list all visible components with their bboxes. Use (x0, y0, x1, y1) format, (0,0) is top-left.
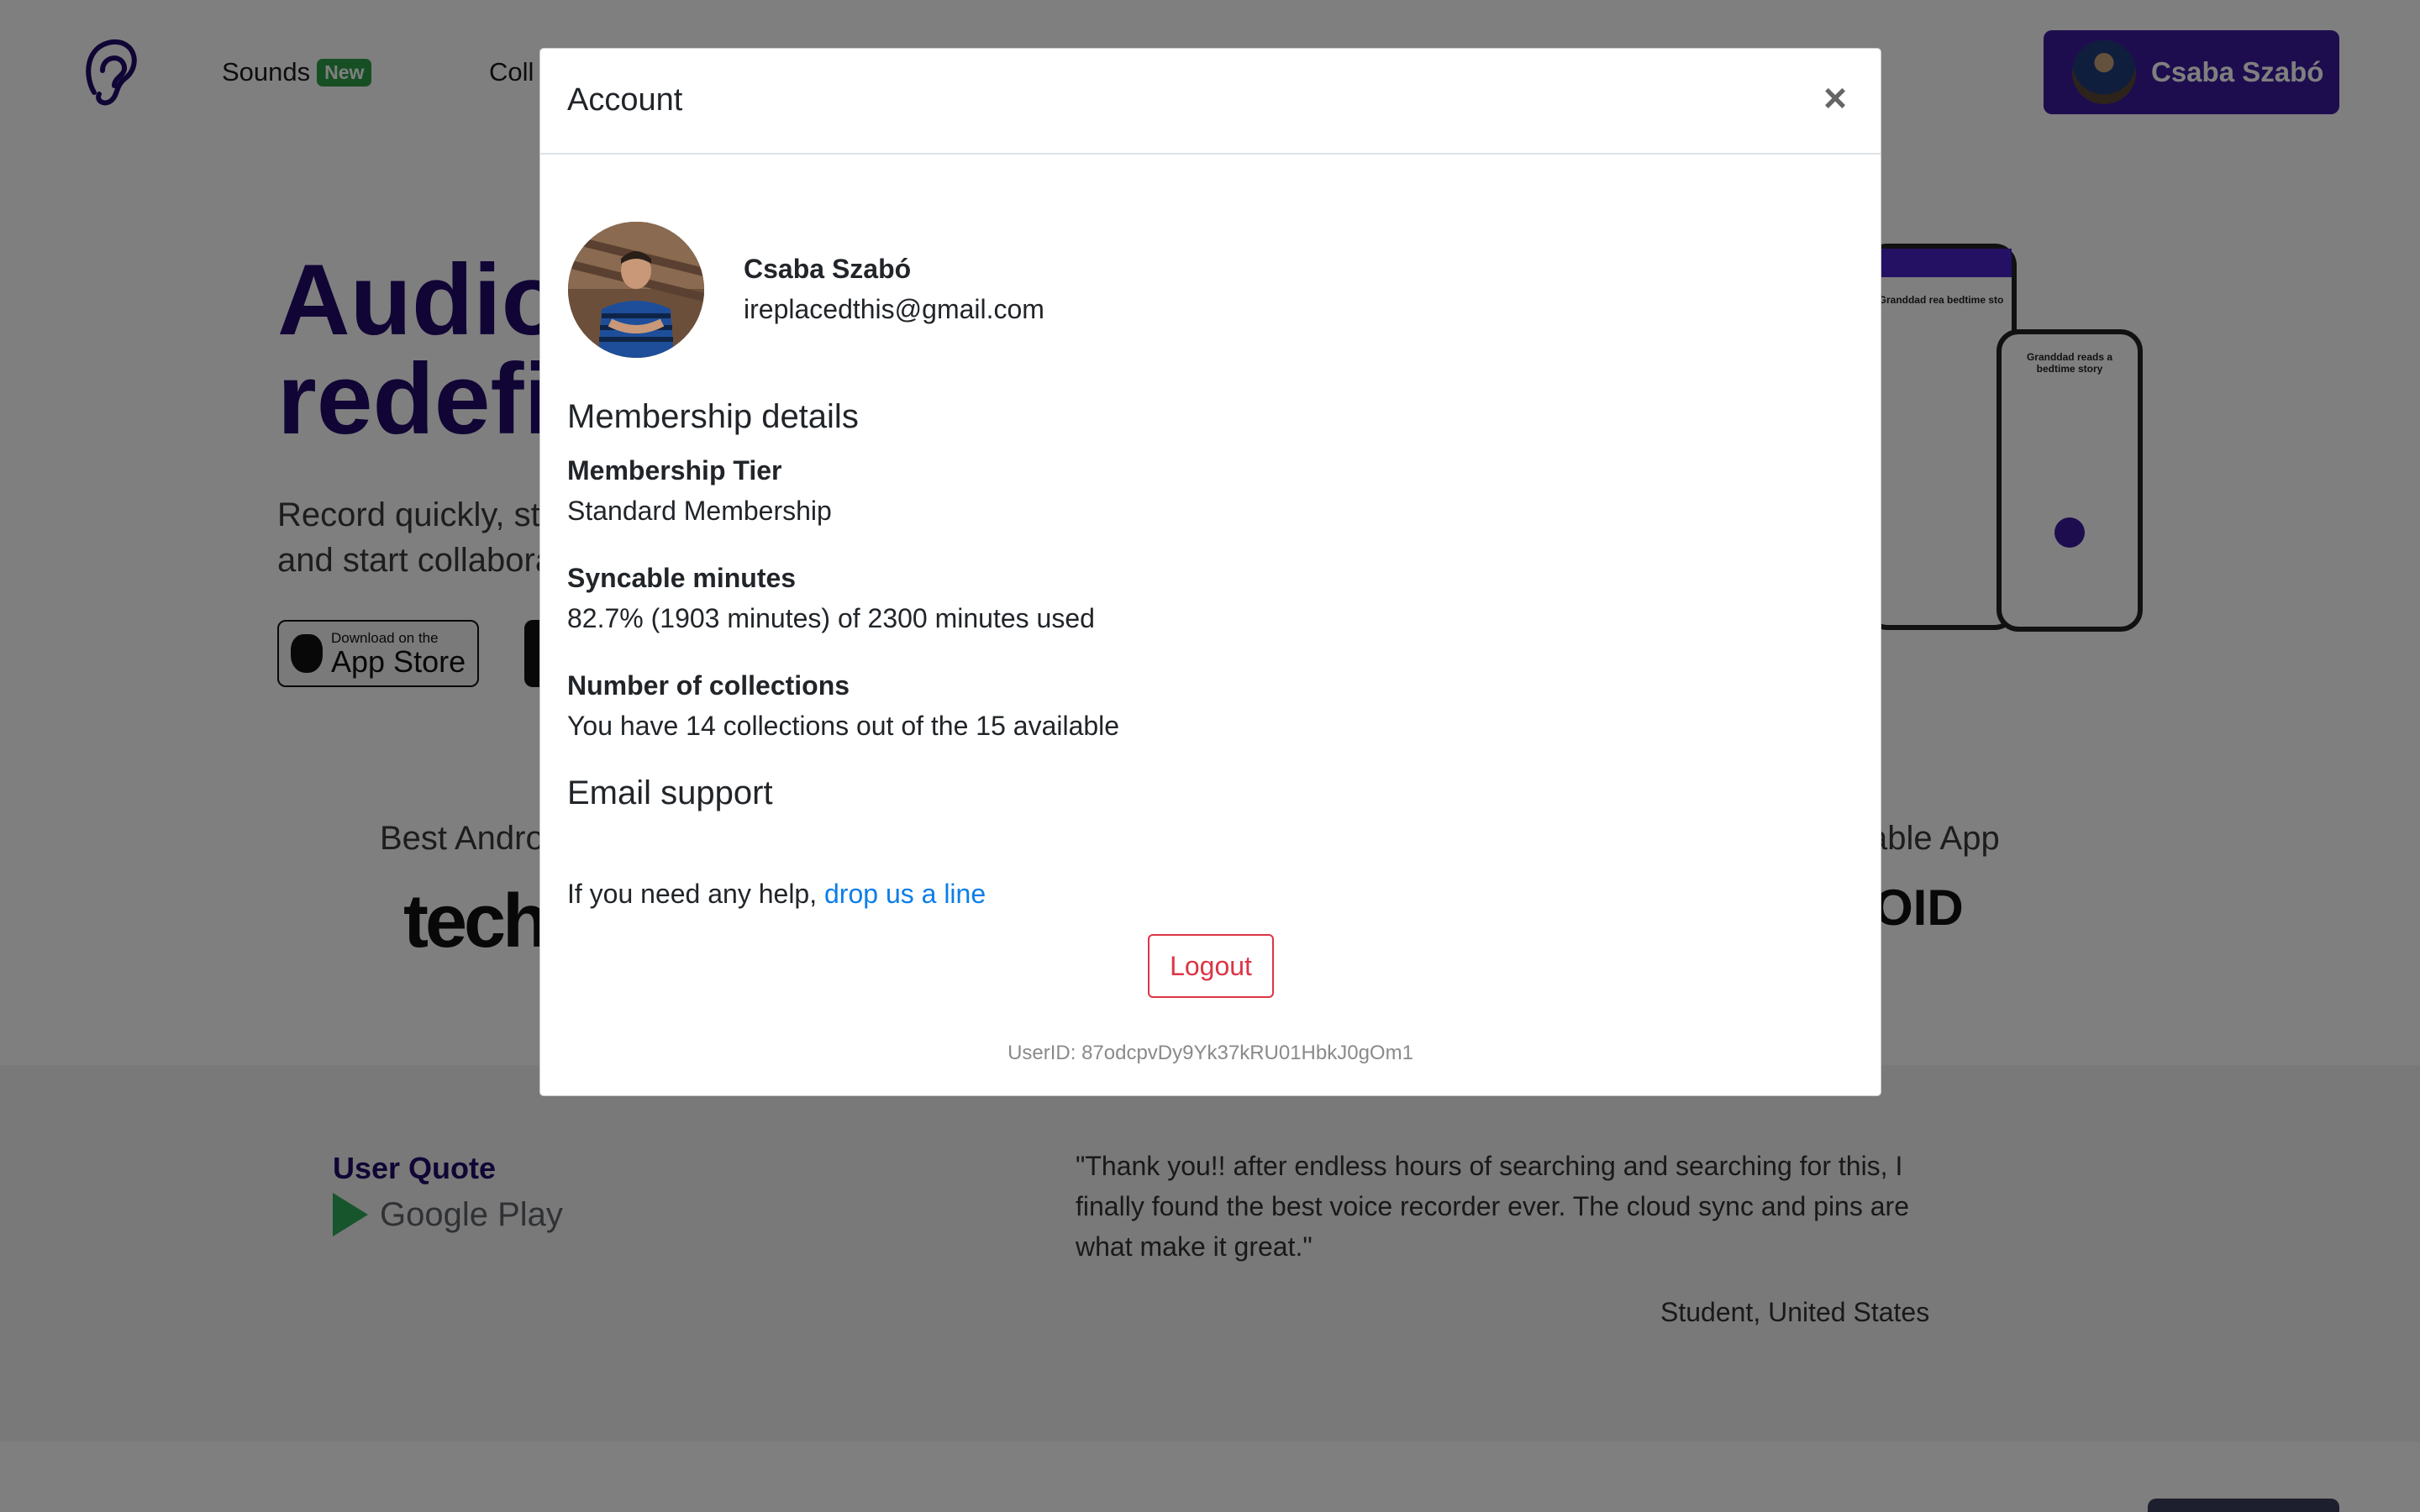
modal-header: Account × (540, 49, 1881, 155)
support-help-prefix: If you need any help, (567, 879, 824, 909)
user-id: UserID: 87odcpvDy9Yk37kRU01HbkJ0gOm1 (1007, 1042, 1413, 1064)
membership-tier-value: Standard Membership (567, 496, 832, 526)
profile-email: ireplacedthis@gmail.com (744, 294, 1044, 324)
account-modal: Account × Csaba Szabó ireplacedthis@gmai… (539, 48, 1881, 1096)
avatar (568, 222, 704, 358)
avatar-photo (568, 222, 704, 358)
drop-us-a-line-link[interactable]: drop us a line (824, 879, 986, 909)
close-icon[interactable]: × (1815, 79, 1855, 119)
support-help-text: If you need any help, drop us a line (567, 879, 986, 910)
syncable-minutes-value: 82.7% (1903 minutes) of 2300 minutes use… (567, 603, 1095, 633)
syncable-minutes-label: Syncable minutes (567, 563, 797, 593)
collections-value: You have 14 collections out of the 15 av… (567, 711, 1120, 741)
profile-name: Csaba Szabó (744, 254, 912, 284)
email-support-title: Email support (567, 774, 773, 811)
modal-title: Account (567, 82, 683, 118)
membership-section-title: Membership details (567, 398, 859, 435)
logout-button[interactable]: Logout (1148, 934, 1274, 998)
membership-tier-label: Membership Tier (567, 455, 782, 486)
collections-label: Number of collections (567, 670, 850, 701)
